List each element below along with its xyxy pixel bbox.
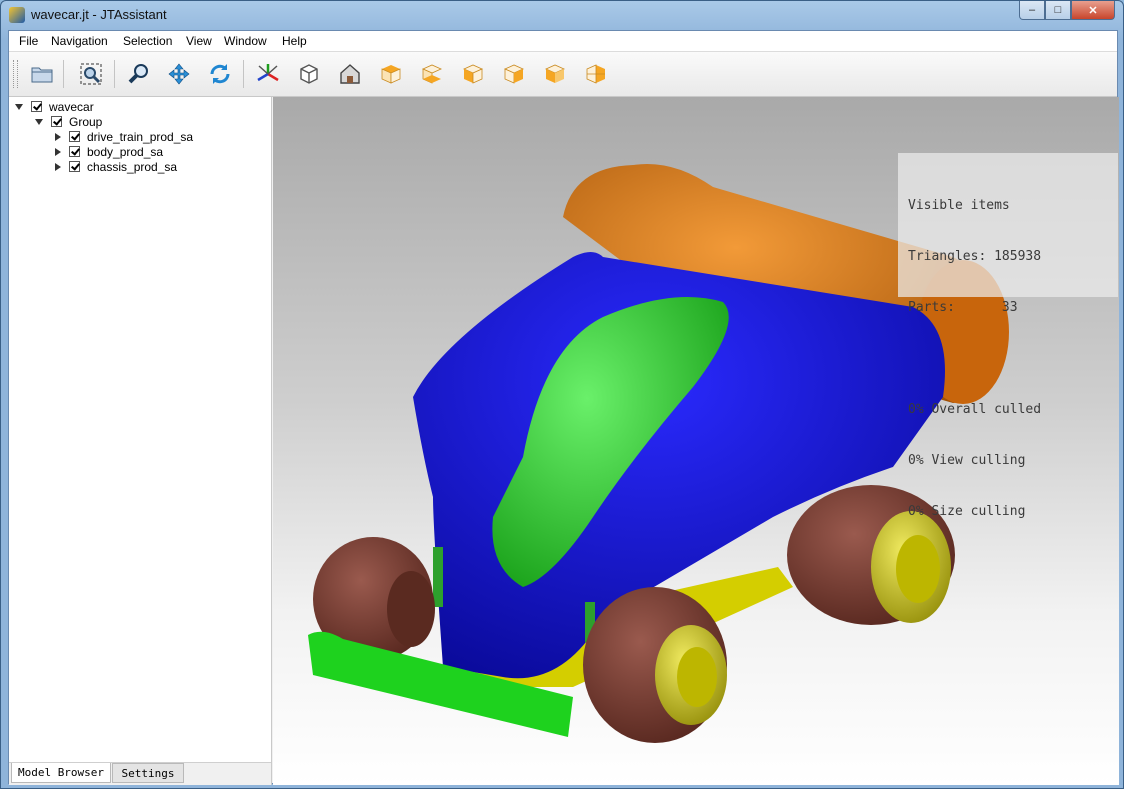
axis-triad-button[interactable]	[255, 61, 281, 87]
stats-triangles: Triangles: 185938	[908, 249, 1042, 264]
model-browser-panel: wavecar Group drive_train_prod_sa body_p…	[9, 97, 272, 785]
view-bottom-button[interactable]	[419, 61, 445, 87]
front-right-wheel[interactable]	[583, 587, 727, 743]
rotate-button[interactable]	[207, 61, 233, 87]
maximize-button[interactable]: □	[1045, 1, 1071, 20]
pan-button[interactable]	[166, 61, 192, 87]
rotate-icon	[210, 64, 230, 84]
open-file-icon	[31, 67, 53, 83]
pan-icon	[168, 63, 190, 85]
zoom-icon	[128, 64, 148, 84]
tree-node-group[interactable]: Group	[35, 114, 102, 129]
view-front-icon	[545, 64, 565, 83]
close-button[interactable]: ✕	[1071, 1, 1115, 20]
window-title: wavecar.jt - JTAssistant	[31, 7, 167, 22]
view-back-icon	[586, 64, 605, 84]
toolbar-separator	[63, 60, 64, 88]
view-left-button[interactable]	[460, 61, 486, 87]
3d-viewport[interactable]: Visible items Triangles: 185938 Parts: 3…	[273, 97, 1119, 785]
view-right-icon	[504, 64, 524, 84]
tree-node-label: chassis_prod_sa	[87, 159, 178, 174]
visibility-checkbox[interactable]	[69, 131, 80, 142]
view-back-button[interactable]	[583, 61, 609, 87]
zoom-fit-button[interactable]	[78, 61, 104, 87]
tree-node-label: Group	[69, 114, 103, 129]
view-right-button[interactable]	[501, 61, 527, 87]
title-bar: wavecar.jt - JTAssistant – □ ✕	[1, 1, 1123, 29]
tree-node-wavecar[interactable]: wavecar	[15, 99, 94, 114]
stats-overall-culled: 0% Overall culled	[908, 402, 1042, 417]
stats-heading: Visible items	[908, 198, 1010, 213]
tree-node-label: drive_train_prod_sa	[87, 129, 194, 144]
menu-navigation[interactable]: Navigation	[51, 34, 108, 48]
client-area: File Navigation Selection View Window He…	[8, 30, 1119, 785]
open-file-button[interactable]	[29, 61, 55, 87]
tree-node-body[interactable]: body_prod_sa	[53, 144, 163, 159]
stats-size-culling: 0% Size culling	[908, 504, 1026, 519]
view-bottom-icon	[422, 64, 442, 84]
home-view-icon	[340, 64, 360, 84]
expand-arrow-icon[interactable]	[35, 118, 43, 125]
window-controls: – □ ✕	[1019, 1, 1115, 21]
toolbar	[9, 52, 1117, 97]
render-stats-overlay: Visible items Triangles: 185938 Parts: 3…	[898, 153, 1118, 519]
expand-arrow-icon[interactable]	[15, 103, 23, 110]
tab-model-browser[interactable]: Model Browser	[11, 763, 111, 783]
app-window: wavecar.jt - JTAssistant – □ ✕ File Navi…	[0, 0, 1124, 789]
menu-file[interactable]: File	[19, 34, 38, 48]
menu-view[interactable]: View	[186, 34, 212, 48]
wireframe-cube-button[interactable]	[296, 61, 322, 87]
view-top-icon	[381, 65, 401, 84]
tree-node-label: body_prod_sa	[87, 144, 164, 159]
view-top-button[interactable]	[378, 61, 404, 87]
view-left-icon	[463, 64, 483, 84]
axis-triad-icon	[257, 64, 279, 82]
view-front-button[interactable]	[542, 61, 568, 87]
panel-tabs: Model Browser Settings	[9, 762, 271, 785]
tree-node-drive-train[interactable]: drive_train_prod_sa	[53, 129, 193, 144]
stats-parts: Parts: 33	[908, 300, 1018, 315]
menu-window[interactable]: Window	[224, 34, 267, 48]
visibility-checkbox[interactable]	[51, 116, 62, 127]
tree-node-chassis[interactable]: chassis_prod_sa	[53, 159, 177, 174]
tree-node-label: wavecar	[49, 99, 94, 114]
toolbar-separator	[243, 60, 244, 88]
collapsed-arrow-icon[interactable]	[55, 162, 61, 171]
menu-selection[interactable]: Selection	[123, 34, 172, 48]
collapsed-arrow-icon[interactable]	[55, 147, 61, 156]
collapsed-arrow-icon[interactable]	[55, 132, 61, 141]
menu-help[interactable]: Help	[282, 34, 307, 48]
visibility-checkbox[interactable]	[69, 146, 80, 157]
view-cube-wireframe-icon	[300, 64, 318, 84]
menu-bar: File Navigation Selection View Window He…	[9, 31, 1117, 52]
zoom-button[interactable]	[126, 61, 152, 87]
minimize-button[interactable]: –	[1019, 1, 1045, 20]
tab-settings[interactable]: Settings	[112, 763, 184, 783]
toolbar-separator	[114, 60, 115, 88]
stats-view-culling: 0% View culling	[908, 453, 1026, 468]
visibility-checkbox[interactable]	[69, 161, 80, 172]
zoom-fit-icon	[80, 63, 102, 85]
home-view-button[interactable]	[337, 61, 363, 87]
visibility-checkbox[interactable]	[31, 101, 42, 112]
toolbar-grip[interactable]	[13, 60, 18, 88]
app-logo-icon	[9, 7, 25, 23]
front-spring[interactable]	[433, 547, 443, 607]
